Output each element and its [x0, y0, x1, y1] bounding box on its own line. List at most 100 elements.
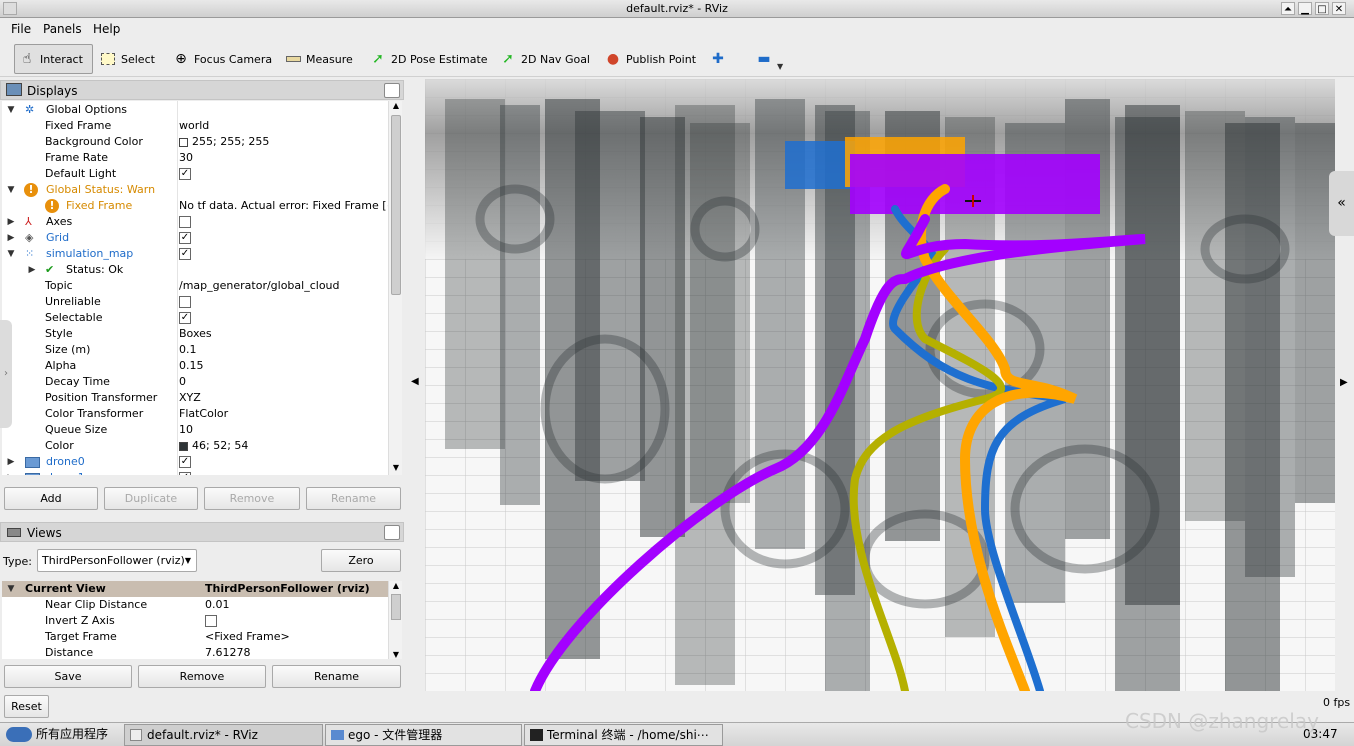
rename-display-button[interactable]: Rename: [306, 487, 401, 510]
row-value[interactable]: <Fixed Frame>: [205, 629, 388, 645]
scene-canvas[interactable]: [425, 79, 1335, 691]
invert-z-checkbox[interactable]: [205, 615, 217, 627]
menu-help[interactable]: Help: [93, 22, 120, 36]
tree-row-color-transformer[interactable]: Color Transformer FlatColor: [2, 406, 388, 422]
tree-row-drone0[interactable]: ▶ drone0 ✓: [2, 454, 388, 470]
scroll-down-icon[interactable]: ▼: [390, 650, 402, 659]
tree-row-fixed-frame-error[interactable]: ! Fixed Frame No tf data. Actual error: …: [2, 198, 388, 214]
scrollbar-thumb[interactable]: [391, 115, 401, 295]
select-tool-button[interactable]: Select: [96, 44, 159, 74]
row-value[interactable]: FlatColor: [179, 406, 388, 422]
zero-button[interactable]: Zero: [321, 549, 401, 572]
scroll-up-icon[interactable]: ▲: [390, 581, 402, 590]
tree-row-default-light[interactable]: Default Light ✓: [2, 166, 388, 182]
row-value[interactable]: /map_generator/global_cloud: [179, 278, 388, 294]
view-type-select[interactable]: ThirdPersonFollower (rviz) ▼: [37, 549, 197, 572]
nav-goal-tool-button[interactable]: ➚ 2D Nav Goal: [496, 44, 594, 74]
view-row-near-clip[interactable]: Near Clip Distance 0.01: [2, 597, 388, 613]
row-value[interactable]: 10: [179, 422, 388, 438]
collapse-arrow-icon[interactable]: ▼: [6, 182, 16, 198]
tree-row-unreliable[interactable]: Unreliable: [2, 294, 388, 310]
tree-row-background-color[interactable]: Background Color 255; 255; 255: [2, 134, 388, 150]
expand-arrow-icon[interactable]: ▶: [6, 214, 16, 230]
remove-display-button[interactable]: Remove: [204, 487, 300, 510]
grid-checkbox[interactable]: ✓: [179, 232, 191, 244]
maximize-icon[interactable]: □: [1315, 2, 1329, 15]
row-value[interactable]: 0.1: [179, 342, 388, 358]
views-scrollbar[interactable]: ▲ ▼: [388, 581, 402, 659]
tree-row-selectable[interactable]: Selectable ✓: [2, 310, 388, 326]
displays-float-button[interactable]: [384, 83, 400, 98]
views-float-button[interactable]: [384, 525, 400, 540]
drone1-checkbox[interactable]: ✓: [179, 472, 191, 475]
row-value[interactable]: 46; 52; 54: [179, 438, 388, 454]
tree-row-axes[interactable]: ▶ ⅄ Axes: [2, 214, 388, 230]
tree-row-fixed-frame[interactable]: Fixed Frame world: [2, 118, 388, 134]
add-tool-button[interactable]: ✚: [706, 44, 730, 74]
view-row-distance[interactable]: Distance 7.61278: [2, 645, 388, 659]
tree-row-status-ok[interactable]: ▶ ✔ Status: Ok: [2, 262, 388, 278]
tree-row-position-transformer[interactable]: Position Transformer XYZ: [2, 390, 388, 406]
menu-file[interactable]: File: [11, 22, 31, 36]
tree-row-simulation-map[interactable]: ▼ ⁙ simulation_map ✓: [2, 246, 388, 262]
row-value[interactable]: 7.61278: [205, 645, 388, 659]
save-view-button[interactable]: Save: [4, 665, 132, 688]
row-value[interactable]: 0.15: [179, 358, 388, 374]
tree-row-color[interactable]: Color 46; 52; 54: [2, 438, 388, 454]
minimize-icon[interactable]: ▁: [1298, 2, 1312, 15]
scrollbar-thumb[interactable]: [391, 594, 401, 620]
collapse-right-panel-button[interactable]: «: [1329, 171, 1354, 236]
row-value[interactable]: 0: [179, 374, 388, 390]
expand-arrow-icon[interactable]: ▶: [6, 470, 16, 475]
expand-arrow-icon[interactable]: ▶: [27, 262, 37, 278]
tree-row-size[interactable]: Size (m) 0.1: [2, 342, 388, 358]
row-value[interactable]: 30: [179, 150, 388, 166]
row-value[interactable]: Boxes: [179, 326, 388, 342]
measure-tool-button[interactable]: Measure: [281, 44, 357, 74]
tree-row-global-status[interactable]: ▼ ! Global Status: Warn: [2, 182, 388, 198]
menu-panels[interactable]: Panels: [43, 22, 82, 36]
close-icon[interactable]: ✕: [1332, 2, 1346, 15]
collapse-arrow-icon[interactable]: ▼: [6, 581, 16, 597]
tree-row-drone1[interactable]: ▶ drone1 ✓: [2, 470, 388, 475]
expand-arrow-icon[interactable]: ▶: [6, 230, 16, 246]
left-collapse-handle[interactable]: ›: [0, 320, 12, 428]
unreliable-checkbox[interactable]: [179, 296, 191, 308]
view-row-invert-z[interactable]: Invert Z Axis: [2, 613, 388, 629]
collapse-arrow-icon[interactable]: ▼: [6, 246, 16, 262]
row-value[interactable]: 255; 255; 255: [179, 134, 388, 150]
dropdown-arrow-icon[interactable]: ▼: [777, 62, 783, 71]
row-value[interactable]: XYZ: [179, 390, 388, 406]
current-view-row[interactable]: ▼ Current View ThirdPersonFollower (rviz…: [2, 581, 388, 597]
tree-row-style[interactable]: Style Boxes: [2, 326, 388, 342]
row-value[interactable]: 0.01: [205, 597, 388, 613]
pose-estimate-tool-button[interactable]: ➚ 2D Pose Estimate: [366, 44, 492, 74]
applications-menu-button[interactable]: 所有应用程序: [2, 724, 122, 746]
publish-point-tool-button[interactable]: ● Publish Point: [601, 44, 700, 74]
focus-camera-tool-button[interactable]: ⊕ Focus Camera: [169, 44, 276, 74]
add-display-button[interactable]: Add: [4, 487, 98, 510]
axes-checkbox[interactable]: [179, 216, 191, 228]
remove-view-button[interactable]: Remove: [138, 665, 266, 688]
tree-row-queue-size[interactable]: Queue Size 10: [2, 422, 388, 438]
tree-row-grid[interactable]: ▶ ◈ Grid ✓: [2, 230, 388, 246]
tree-row-decay-time[interactable]: Decay Time 0: [2, 374, 388, 390]
scroll-up-icon[interactable]: ▲: [390, 101, 402, 113]
row-value[interactable]: world: [179, 118, 388, 134]
reset-button[interactable]: Reset: [4, 695, 49, 718]
tree-row-global-options[interactable]: ▼ ✲ Global Options: [2, 102, 388, 118]
tree-row-frame-rate[interactable]: Frame Rate 30: [2, 150, 388, 166]
rename-view-button[interactable]: Rename: [272, 665, 401, 688]
selectable-checkbox[interactable]: ✓: [179, 312, 191, 324]
duplicate-display-button[interactable]: Duplicate: [104, 487, 198, 510]
view-row-target-frame[interactable]: Target Frame <Fixed Frame>: [2, 629, 388, 645]
displays-scrollbar[interactable]: ▲ ▼: [388, 101, 402, 475]
3d-render-viewport[interactable]: [425, 79, 1335, 691]
collapse-arrow-icon[interactable]: ▼: [6, 102, 16, 118]
drone0-checkbox[interactable]: ✓: [179, 456, 191, 468]
tree-row-alpha[interactable]: Alpha 0.15: [2, 358, 388, 374]
interact-tool-button[interactable]: ☝ Interact: [14, 44, 93, 74]
scroll-down-icon[interactable]: ▼: [390, 463, 402, 475]
tree-row-topic[interactable]: Topic /map_generator/global_cloud: [2, 278, 388, 294]
shade-icon[interactable]: ⏶: [1281, 2, 1295, 15]
